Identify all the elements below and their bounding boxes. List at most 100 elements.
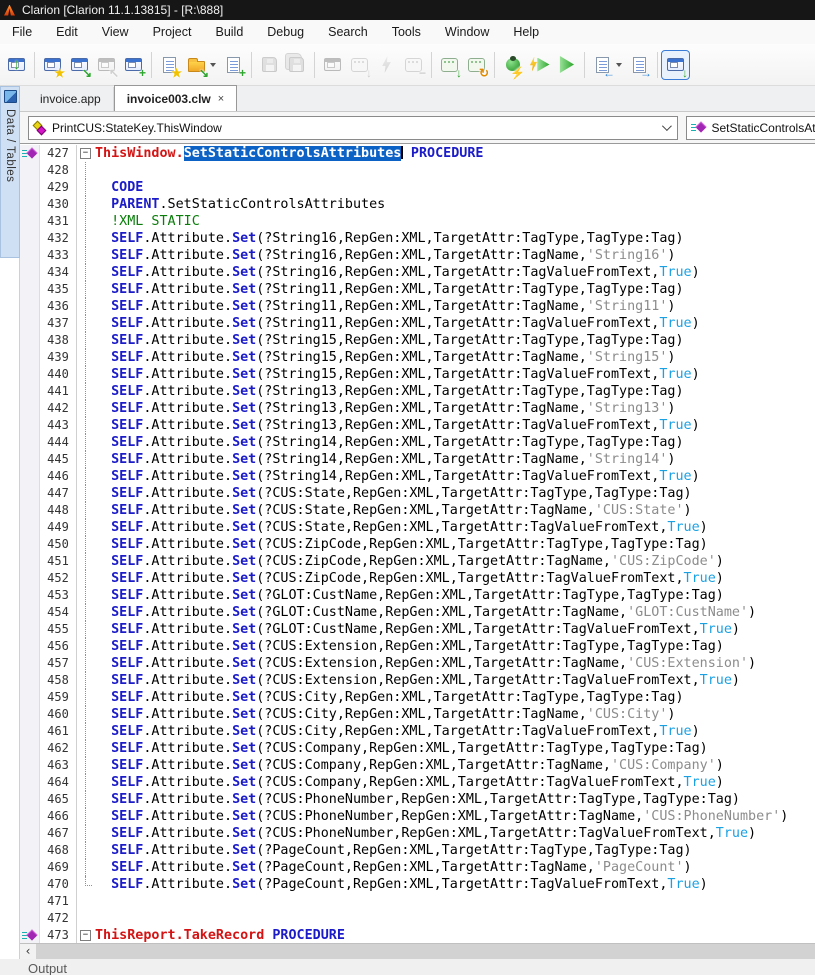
code-line-451[interactable]: 451 SELF.Attribute.Set(?CUS:ZipCode,RepG… bbox=[20, 553, 815, 570]
code-line-468[interactable]: 468 SELF.Attribute.Set(?PageCount,RepGen… bbox=[20, 842, 815, 859]
toolbar-run-button[interactable] bbox=[553, 51, 580, 79]
chevron-down-icon[interactable] bbox=[662, 121, 672, 131]
code-line-441[interactable]: 441 SELF.Attribute.Set(?String13,RepGen:… bbox=[20, 383, 815, 400]
fold-collapse-toggle[interactable]: − bbox=[80, 148, 91, 159]
toolbar-debug-button[interactable]: ⚡ bbox=[499, 51, 526, 79]
toolbar-save-button[interactable] bbox=[256, 51, 283, 79]
code-line-445[interactable]: 445 SELF.Attribute.Set(?String14,RepGen:… bbox=[20, 451, 815, 468]
menu-item-edit[interactable]: Edit bbox=[44, 21, 90, 43]
dropdown-caret-icon[interactable] bbox=[210, 63, 216, 67]
sidebar-tab-data-tables[interactable]: Data / Tables bbox=[0, 86, 20, 258]
code-line-436[interactable]: 436 SELF.Attribute.Set(?String11,RepGen:… bbox=[20, 298, 815, 315]
menu-item-tools[interactable]: Tools bbox=[380, 21, 433, 43]
toolbar-build-and-run-button[interactable] bbox=[526, 51, 553, 79]
toolbar-open-file-button[interactable]: ↘ bbox=[183, 51, 210, 79]
code-line-429[interactable]: 429 CODE bbox=[20, 179, 815, 196]
menu-item-window[interactable]: Window bbox=[433, 21, 501, 43]
code-line-472[interactable]: 472 bbox=[20, 910, 815, 927]
toolbar-generate-refresh-button[interactable]: ↻ bbox=[463, 51, 490, 79]
code-editor[interactable]: 427−ThisWindow.SetStaticControlsAttribut… bbox=[20, 143, 815, 959]
code-line-440[interactable]: 440 SELF.Attribute.Set(?String15,RepGen:… bbox=[20, 366, 815, 383]
member-navigator-dropdown[interactable]: SetStaticControlsAttributes bbox=[686, 116, 815, 140]
fold-gutter-cell bbox=[77, 349, 95, 366]
toolbar-save-all-button[interactable] bbox=[283, 51, 310, 79]
code-line-438[interactable]: 438 SELF.Attribute.Set(?String15,RepGen:… bbox=[20, 332, 815, 349]
code-line-462[interactable]: 462 SELF.Attribute.Set(?CUS:Company,RepG… bbox=[20, 740, 815, 757]
code-line-450[interactable]: 450 SELF.Attribute.Set(?CUS:ZipCode,RepG… bbox=[20, 536, 815, 553]
toolbar-new-application-button[interactable]: ★ bbox=[39, 51, 66, 79]
code-line-473[interactable]: 473−ThisReport.TakeRecord PROCEDURE bbox=[20, 927, 815, 943]
menu-item-build[interactable]: Build bbox=[203, 21, 255, 43]
code-line-460[interactable]: 460 SELF.Attribute.Set(?CUS:City,RepGen:… bbox=[20, 706, 815, 723]
toolbar-navigate-back-button[interactable]: ← bbox=[589, 51, 616, 79]
code-line-456[interactable]: 456 SELF.Attribute.Set(?CUS:Extension,Re… bbox=[20, 638, 815, 655]
scroll-left-button[interactable]: ‹ bbox=[20, 944, 36, 959]
toolbar-add-file-button[interactable]: + bbox=[220, 51, 247, 79]
tab-invoice-app[interactable]: invoice.app bbox=[28, 87, 114, 111]
menu-item-file[interactable]: File bbox=[0, 21, 44, 43]
output-panel-label[interactable]: Output bbox=[28, 961, 67, 975]
code-line-454[interactable]: 454 SELF.Attribute.Set(?GLOT:CustName,Re… bbox=[20, 604, 815, 621]
toolbar-generate-button[interactable]: ↓ bbox=[346, 51, 373, 79]
code-line-427[interactable]: 427−ThisWindow.SetStaticControlsAttribut… bbox=[20, 145, 815, 162]
toolbar-window-properties-button[interactable] bbox=[319, 51, 346, 79]
code-token: (?String11,RepGen:XML,TargetAttr:TagType… bbox=[256, 282, 683, 297]
code-line-447[interactable]: 447 SELF.Attribute.Set(?CUS:State,RepGen… bbox=[20, 485, 815, 502]
fold-guide-line bbox=[85, 706, 86, 723]
toolbar-open-application-button[interactable]: ↘ bbox=[66, 51, 93, 79]
code-line-435[interactable]: 435 SELF.Attribute.Set(?String11,RepGen:… bbox=[20, 281, 815, 298]
code-line-453[interactable]: 453 SELF.Attribute.Set(?GLOT:CustName,Re… bbox=[20, 587, 815, 604]
menu-item-project[interactable]: Project bbox=[141, 21, 204, 43]
code-line-432[interactable]: 432 SELF.Attribute.Set(?String16,RepGen:… bbox=[20, 230, 815, 247]
tab-invoice003-clw[interactable]: invoice003.clw× bbox=[114, 85, 237, 111]
toolbar-add-application-button[interactable]: + bbox=[120, 51, 147, 79]
menu-item-debug[interactable]: Debug bbox=[255, 21, 316, 43]
code-line-469[interactable]: 469 SELF.Attribute.Set(?PageCount,RepGen… bbox=[20, 859, 815, 876]
code-line-452[interactable]: 452 SELF.Attribute.Set(?CUS:ZipCode,RepG… bbox=[20, 570, 815, 587]
code-line-437[interactable]: 437 SELF.Attribute.Set(?String11,RepGen:… bbox=[20, 315, 815, 332]
code-line-459[interactable]: 459 SELF.Attribute.Set(?CUS:City,RepGen:… bbox=[20, 689, 815, 706]
code-line-458[interactable]: 458 SELF.Attribute.Set(?CUS:Extension,Re… bbox=[20, 672, 815, 689]
horizontal-scrollbar[interactable]: ‹ bbox=[20, 943, 815, 959]
menu-item-search[interactable]: Search bbox=[316, 21, 380, 43]
code-line-467[interactable]: 467 SELF.Attribute.Set(?CUS:PhoneNumber,… bbox=[20, 825, 815, 842]
fold-collapse-toggle[interactable]: − bbox=[80, 930, 91, 941]
toolbar-new-file-button[interactable]: ★ bbox=[156, 51, 183, 79]
code-line-464[interactable]: 464 SELF.Attribute.Set(?CUS:Company,RepG… bbox=[20, 774, 815, 791]
code-line-470[interactable]: 470 SELF.Attribute.Set(?PageCount,RepGen… bbox=[20, 876, 815, 893]
code-line-430[interactable]: 430 PARENT.SetStaticControlsAttributes bbox=[20, 196, 815, 213]
code-token: (?CUS:Company,RepGen:XML,TargetAttr:TagN… bbox=[256, 758, 611, 773]
code-line-461[interactable]: 461 SELF.Attribute.Set(?CUS:City,RepGen:… bbox=[20, 723, 815, 740]
code-line-439[interactable]: 439 SELF.Attribute.Set(?String15,RepGen:… bbox=[20, 349, 815, 366]
code-line-465[interactable]: 465 SELF.Attribute.Set(?CUS:PhoneNumber,… bbox=[20, 791, 815, 808]
code-line-448[interactable]: 448 SELF.Attribute.Set(?CUS:State,RepGen… bbox=[20, 502, 815, 519]
code-line-444[interactable]: 444 SELF.Attribute.Set(?String14,RepGen:… bbox=[20, 434, 815, 451]
scrollbar-track[interactable] bbox=[36, 944, 815, 959]
toolbar-navigate-forward-button[interactable]: → bbox=[626, 51, 653, 79]
code-line-428[interactable]: 428 bbox=[20, 162, 815, 179]
code-line-457[interactable]: 457 SELF.Attribute.Set(?CUS:Extension,Re… bbox=[20, 655, 815, 672]
code-line-442[interactable]: 442 SELF.Attribute.Set(?String13,RepGen:… bbox=[20, 400, 815, 417]
code-line-446[interactable]: 446 SELF.Attribute.Set(?String14,RepGen:… bbox=[20, 468, 815, 485]
code-line-466[interactable]: 466 SELF.Attribute.Set(?CUS:PhoneNumber,… bbox=[20, 808, 815, 825]
code-line-431[interactable]: 431 !XML STATIC bbox=[20, 213, 815, 230]
toolbar-import-application-button[interactable]: ↓ bbox=[3, 51, 30, 79]
toolbar-cancel-generate-button[interactable]: − bbox=[400, 51, 427, 79]
code-line-433[interactable]: 433 SELF.Attribute.Set(?String16,RepGen:… bbox=[20, 247, 815, 264]
toolbar-sync-document-button[interactable]: ↓ bbox=[662, 51, 689, 79]
code-line-434[interactable]: 434 SELF.Attribute.Set(?String16,RepGen:… bbox=[20, 264, 815, 281]
code-line-463[interactable]: 463 SELF.Attribute.Set(?CUS:Company,RepG… bbox=[20, 757, 815, 774]
navigate-forward-badge-icon: → bbox=[640, 67, 652, 79]
tab-close-icon[interactable]: × bbox=[218, 93, 224, 105]
code-line-471[interactable]: 471 bbox=[20, 893, 815, 910]
toolbar-generate-all-button[interactable]: ↓ bbox=[436, 51, 463, 79]
menu-item-help[interactable]: Help bbox=[501, 21, 551, 43]
toolbar-build-button[interactable] bbox=[373, 51, 400, 79]
code-line-449[interactable]: 449 SELF.Attribute.Set(?CUS:State,RepGen… bbox=[20, 519, 815, 536]
code-line-443[interactable]: 443 SELF.Attribute.Set(?String13,RepGen:… bbox=[20, 417, 815, 434]
toolbar-export-application-button[interactable]: ↖ bbox=[93, 51, 120, 79]
type-navigator-dropdown[interactable]: PrintCUS:StateKey.ThisWindow bbox=[28, 116, 678, 140]
menu-item-view[interactable]: View bbox=[90, 21, 141, 43]
dropdown-caret-icon[interactable] bbox=[616, 63, 622, 67]
code-line-455[interactable]: 455 SELF.Attribute.Set(?GLOT:CustName,Re… bbox=[20, 621, 815, 638]
